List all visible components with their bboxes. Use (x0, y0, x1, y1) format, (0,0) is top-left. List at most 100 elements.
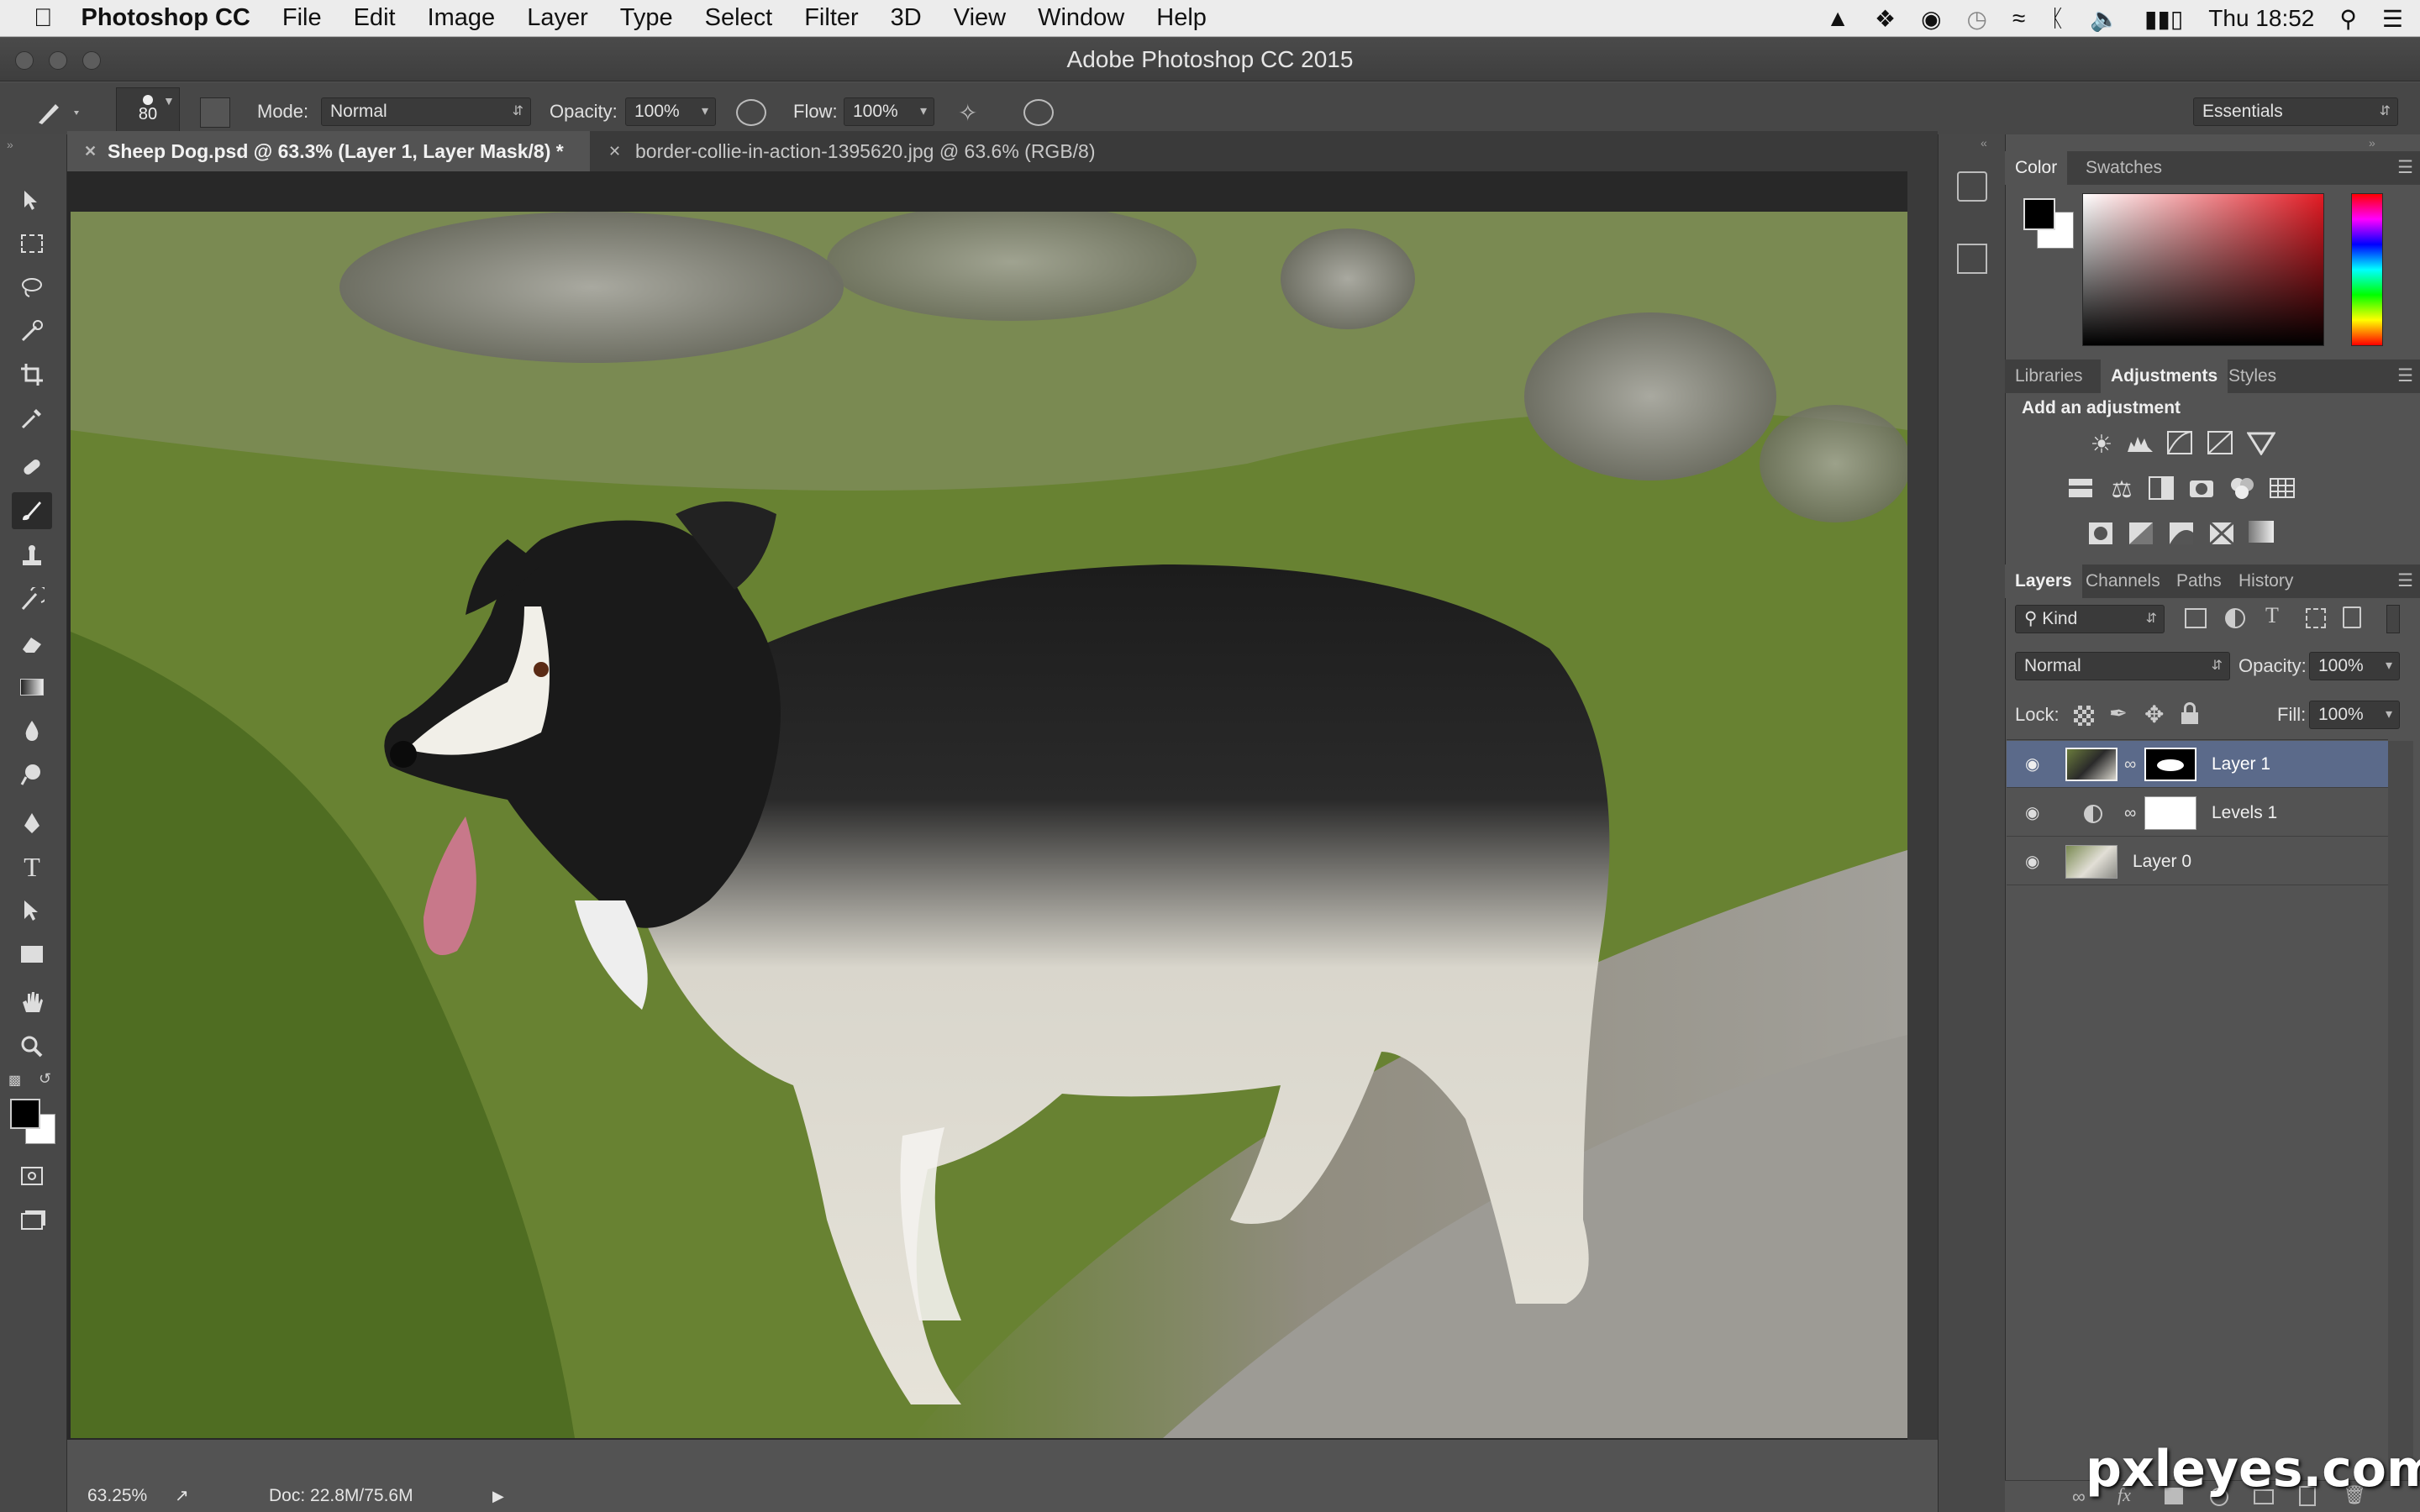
zoom-tool-icon[interactable] (12, 1028, 52, 1065)
photo-filter-icon[interactable] (2188, 475, 2217, 501)
lock-image-pixels-icon[interactable]: ✒ (2109, 701, 2128, 727)
layer-row-layer-0[interactable]: ◉ Layer 0 (2007, 838, 2388, 885)
close-tab-icon[interactable]: ✕ (608, 131, 621, 171)
mask-link-icon[interactable]: ∞ (2124, 790, 2136, 837)
lock-transparent-pixels-icon[interactable] (2074, 706, 2094, 726)
document-canvas-image[interactable] (71, 212, 1907, 1438)
color-lookup-icon[interactable] (2269, 475, 2297, 501)
move-tool-icon[interactable] (12, 181, 52, 218)
pen-tool-icon[interactable] (12, 805, 52, 842)
airbrush-icon[interactable]: ✧ (958, 99, 977, 127)
brush-picker-chevron-icon[interactable]: ▼ (163, 94, 175, 108)
adobe-sync-icon[interactable]: ▲ (1826, 5, 1849, 32)
share-icon[interactable]: ↗ (175, 1480, 189, 1512)
tab-color[interactable]: Color (2005, 151, 2068, 185)
info-panel-icon[interactable] (1957, 244, 1987, 274)
hue-slider[interactable] (2351, 193, 2383, 346)
menu-window[interactable]: Window (1038, 4, 1124, 32)
pressure-opacity-icon[interactable] (736, 99, 766, 126)
tab-channels[interactable]: Channels (2075, 564, 2170, 598)
panel-menu-icon[interactable]: ☰ (2397, 360, 2413, 393)
menu-help[interactable]: Help (1156, 4, 1207, 32)
menu-select[interactable]: Select (705, 4, 773, 32)
menu-filter[interactable]: Filter (804, 4, 858, 32)
layer-opacity-field[interactable]: 100% ▾ (2309, 652, 2400, 680)
hue-saturation-icon[interactable] (2067, 475, 2096, 501)
hand-tool-icon[interactable] (12, 984, 52, 1021)
brush-panel-toggle-icon[interactable] (200, 97, 230, 128)
menubar-clock[interactable]: Thu 18:52 (2208, 5, 2314, 32)
battery-icon[interactable]: ▮▮▯ (2144, 5, 2183, 33)
menu-edit[interactable]: Edit (354, 4, 396, 32)
dropbox-icon[interactable]: ❖ (1875, 5, 1896, 33)
layer-row-levels-1[interactable]: ◉ ∞ Levels 1 (2007, 790, 2388, 837)
tab-layers[interactable]: Layers (2005, 564, 2082, 598)
marquee-tool-icon[interactable] (12, 225, 52, 262)
layer-row-layer-1[interactable]: ◉ ∞ Layer 1 (2007, 741, 2388, 788)
layer-mask-thumbnail[interactable] (2144, 796, 2196, 830)
collapse-arrows-icon[interactable]: » (2369, 136, 2375, 150)
time-machine-icon[interactable]: ◷ (1967, 5, 1987, 33)
type-tool-icon[interactable]: T (12, 848, 52, 885)
filter-adjustment-layers-icon[interactable] (2225, 608, 2245, 628)
brightness-contrast-icon[interactable]: ☀ (2087, 430, 2116, 459)
menu-layer[interactable]: Layer (527, 4, 588, 32)
window-minimize-button[interactable] (49, 51, 67, 70)
lock-all-icon[interactable] (2181, 702, 2198, 724)
history-brush-tool-icon[interactable] (12, 581, 52, 618)
layers-scrollbar[interactable] (2388, 741, 2413, 1483)
tab-history[interactable]: History (2228, 564, 2303, 598)
flow-field[interactable]: 100% ▾ (844, 97, 934, 126)
selective-color-icon[interactable] (2208, 521, 2237, 546)
eyedropper-tool-icon[interactable] (12, 400, 52, 437)
filter-shape-layers-icon[interactable] (2306, 608, 2326, 628)
menu-file[interactable]: File (282, 4, 322, 32)
menu-type[interactable]: Type (620, 4, 673, 32)
chevron-down-icon[interactable]: ▾ (920, 98, 927, 125)
mask-link-icon[interactable]: ∞ (2124, 741, 2136, 788)
curves-icon[interactable] (2166, 430, 2195, 455)
crop-tool-icon[interactable] (12, 356, 52, 393)
menu-app-name[interactable]: Photoshop CC (82, 4, 250, 32)
visibility-eye-icon[interactable]: ◉ (2025, 838, 2039, 885)
tab-border-collie[interactable]: ✕ border-collie-in-action-1395620.jpg @ … (590, 131, 1245, 171)
properties-panel-icon[interactable] (1957, 171, 1987, 202)
opacity-field[interactable]: 100% ▾ (625, 97, 716, 126)
visibility-eye-icon[interactable]: ◉ (2025, 790, 2039, 837)
fill-field[interactable]: 100% ▾ (2309, 701, 2400, 729)
chevron-down-icon[interactable]: ▾ (2386, 701, 2392, 728)
bluetooth-icon[interactable]: ᛕ (2050, 5, 2065, 32)
tab-styles[interactable]: Styles (2218, 360, 2286, 393)
workspace-select[interactable]: Essentials ⇵ (2193, 97, 2398, 126)
color-balance-icon[interactable]: ⚖ (2107, 475, 2136, 502)
tab-swatches[interactable]: Swatches (2075, 151, 2172, 185)
mode-select[interactable]: Normal ⇵ (321, 97, 531, 126)
exposure-icon[interactable] (2207, 430, 2235, 455)
channel-mixer-icon[interactable] (2228, 475, 2257, 501)
screen-mode-icon[interactable] (12, 1203, 52, 1240)
swap-colors-icon[interactable]: ↺ (39, 1070, 51, 1088)
lasso-tool-icon[interactable] (12, 269, 52, 306)
window-close-button[interactable] (15, 51, 34, 70)
dodge-tool-icon[interactable] (12, 756, 52, 793)
window-zoom-button[interactable] (82, 51, 101, 70)
clone-stamp-tool-icon[interactable] (12, 538, 52, 575)
panel-menu-icon[interactable]: ☰ (2397, 564, 2413, 598)
pressure-size-icon[interactable] (1023, 99, 1054, 126)
collapse-arrows-icon[interactable]: » (7, 138, 13, 151)
layer-mask-thumbnail[interactable] (2144, 748, 2196, 781)
gradient-map-icon[interactable] (2249, 521, 2277, 546)
collapse-arrows-icon[interactable]: « (1981, 136, 1987, 150)
default-colors-icon[interactable]: ▩ (8, 1072, 21, 1089)
blend-mode-select[interactable]: Normal ⇵ (2015, 652, 2230, 680)
menu-image[interactable]: Image (428, 4, 496, 32)
black-white-icon[interactable] (2148, 475, 2176, 501)
chevron-down-icon[interactable]: ▾ (2386, 653, 2392, 680)
quick-mask-icon[interactable] (12, 1158, 52, 1194)
tab-libraries[interactable]: Libraries (2005, 360, 2093, 393)
color-saturation-field[interactable] (2082, 193, 2324, 346)
filter-toggle-switch[interactable] (2386, 605, 2400, 633)
lock-position-icon[interactable]: ✥ (2144, 701, 2164, 728)
posterize-icon[interactable] (2128, 521, 2156, 546)
eraser-tool-icon[interactable] (12, 625, 52, 662)
